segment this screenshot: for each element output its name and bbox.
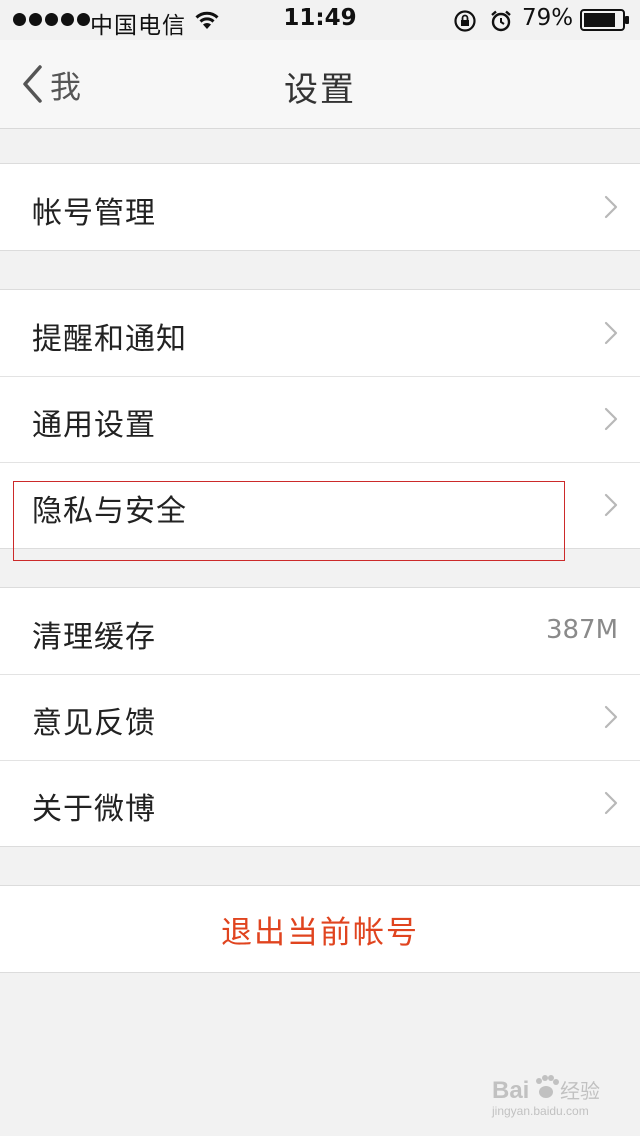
- chevron-right-icon: [604, 493, 618, 517]
- settings-item-label: 关于微博: [32, 792, 156, 827]
- battery-icon: [580, 9, 630, 37]
- chevron-right-icon: [604, 195, 618, 219]
- settings-item-general-settings[interactable]: 通用设置: [0, 376, 640, 462]
- logout-button-label: 退出当前帐号: [221, 914, 419, 951]
- chevron-right-icon: [604, 321, 618, 345]
- settings-item-label: 提醒和通知: [32, 322, 187, 357]
- settings-item-label: 帐号管理: [32, 196, 156, 231]
- watermark-suffix: 经验: [560, 1079, 600, 1103]
- watermark-brand: Bai: [492, 1077, 529, 1104]
- settings-group-general: 提醒和通知 通用设置 隐私与安全: [0, 289, 640, 549]
- settings-group-account: 帐号管理: [0, 163, 640, 251]
- settings-item-privacy-security[interactable]: 隐私与安全: [0, 462, 640, 548]
- logout-group: 退出当前帐号: [0, 885, 640, 973]
- settings-item-feedback[interactable]: 意见反馈: [0, 674, 640, 760]
- chevron-right-icon: [604, 407, 618, 431]
- baidu-jingyan-watermark: Bai 经验 jingyan.baidu.com: [490, 1070, 620, 1120]
- settings-item-account-management[interactable]: 帐号管理: [0, 164, 640, 250]
- chevron-right-icon: [604, 791, 618, 815]
- alarm-icon: [489, 9, 513, 39]
- settings-group-other: 清理缓存 387M 意见反馈 关于微博: [0, 587, 640, 847]
- settings-item-about-weibo[interactable]: 关于微博: [0, 760, 640, 846]
- battery-percentage: 79%: [522, 5, 574, 31]
- settings-item-label: 隐私与安全: [32, 494, 187, 529]
- paw-icon: [536, 1075, 559, 1098]
- settings-item-notifications[interactable]: 提醒和通知: [0, 290, 640, 376]
- chevron-right-icon: [604, 705, 618, 729]
- settings-item-clear-cache[interactable]: 清理缓存 387M: [0, 588, 640, 674]
- settings-item-label: 清理缓存: [32, 620, 156, 655]
- settings-item-label: 意见反馈: [32, 706, 156, 741]
- navigation-bar: 我 设置: [0, 40, 640, 129]
- rotation-lock-icon: [453, 9, 477, 39]
- watermark-url: jingyan.baidu.com: [491, 1104, 589, 1118]
- status-bar: 中国电信 11:49 79%: [0, 0, 640, 40]
- cache-size-value: 387M: [545, 615, 618, 645]
- logout-button[interactable]: 退出当前帐号: [0, 886, 640, 972]
- page-title: 设置: [284, 70, 356, 110]
- settings-item-label: 通用设置: [32, 408, 156, 443]
